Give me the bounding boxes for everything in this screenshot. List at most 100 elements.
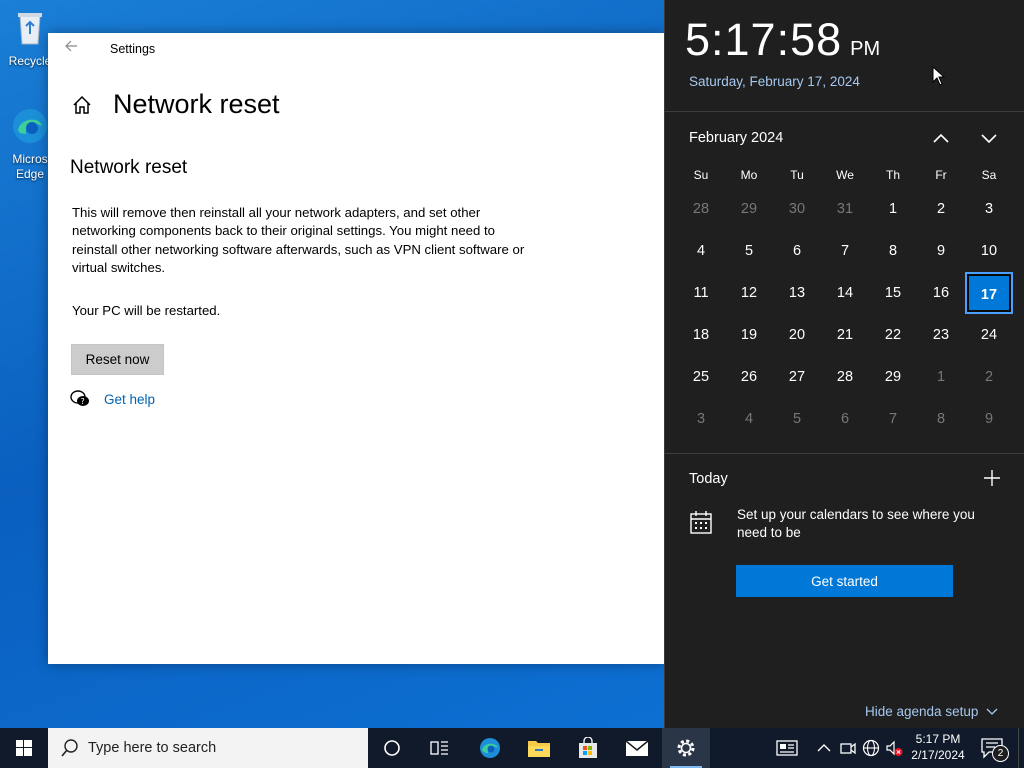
calendar-day[interactable]: 22: [869, 314, 917, 356]
calendar-day[interactable]: 4: [725, 398, 773, 440]
notification-count-badge: 2: [992, 745, 1009, 762]
edge-taskbar-button[interactable]: [466, 728, 514, 768]
calendar-day[interactable]: 11: [677, 272, 725, 314]
calendar-day[interactable]: 16: [917, 272, 965, 314]
calendar-week: 4 5 6 7 8 9 10: [677, 230, 1013, 272]
reset-now-button[interactable]: Reset now: [71, 344, 164, 375]
calendar-day[interactable]: 10: [965, 230, 1013, 272]
edge-icon: [13, 109, 47, 143]
chevron-up-icon[interactable]: [928, 126, 954, 150]
calendar-day[interactable]: 23: [917, 314, 965, 356]
meet-now-icon[interactable]: [838, 738, 858, 758]
calendar-day[interactable]: 9: [917, 230, 965, 272]
edge-icon: [480, 738, 500, 758]
chevron-down-icon[interactable]: [976, 126, 1002, 150]
taskbar-search-box[interactable]: Type here to search: [48, 728, 368, 768]
calendar-day[interactable]: 6: [821, 398, 869, 440]
calendar-day[interactable]: 20: [773, 314, 821, 356]
calendar-day[interactable]: 19: [725, 314, 773, 356]
calendar-day[interactable]: 12: [725, 272, 773, 314]
clock-calendar-flyout: 5:17:58 PM Saturday, February 17, 2024 Fe…: [664, 0, 1024, 728]
full-date-link[interactable]: Saturday, February 17, 2024: [689, 74, 860, 89]
calendar-day[interactable]: 21: [821, 314, 869, 356]
settings-titlebar: Settings: [48, 33, 664, 66]
calendar-day[interactable]: 31: [821, 188, 869, 230]
cortana-circle-icon: [384, 740, 400, 756]
calendar-day[interactable]: 1: [869, 188, 917, 230]
calendar-day[interactable]: 27: [773, 356, 821, 398]
today-label: Today: [689, 471, 728, 487]
calendar-week: 25 26 27 28 29 1 2: [677, 356, 1013, 398]
back-button[interactable]: [58, 39, 84, 59]
calendar-day[interactable]: 24: [965, 314, 1013, 356]
calendar-day[interactable]: 14: [821, 272, 869, 314]
calendar-week: 11 12 13 14 15 16 17: [677, 272, 1013, 314]
news-widget-icon[interactable]: [776, 738, 798, 758]
restart-note: Your PC will be restarted.: [72, 303, 221, 318]
taskbar-clock[interactable]: 5:17 PM 2/17/2024: [904, 731, 972, 763]
clock-digits: 5:17:58: [685, 14, 843, 65]
calendar-day[interactable]: 1: [917, 356, 965, 398]
mail-button[interactable]: [613, 728, 661, 768]
calendar-day-today[interactable]: 17: [965, 272, 1013, 314]
calendar-day[interactable]: 8: [869, 230, 917, 272]
calendar-day[interactable]: 5: [773, 398, 821, 440]
calendar-day[interactable]: 28: [821, 356, 869, 398]
add-event-plus-icon[interactable]: [983, 469, 1001, 487]
calendar-day[interactable]: 3: [965, 188, 1013, 230]
calendar-day[interactable]: 13: [773, 272, 821, 314]
calendar-day[interactable]: 5: [725, 230, 773, 272]
store-button[interactable]: [564, 728, 612, 768]
hide-agenda-link[interactable]: Hide agenda setup: [865, 704, 998, 719]
calendar-day[interactable]: 26: [725, 356, 773, 398]
calendar-day[interactable]: 30: [773, 188, 821, 230]
calendar-day[interactable]: 18: [677, 314, 725, 356]
windows-logo-icon: [16, 740, 32, 756]
chevron-up-icon[interactable]: [814, 738, 834, 758]
weekday-label: Th: [885, 168, 900, 182]
calendar-day[interactable]: 8: [917, 398, 965, 440]
calendar-day[interactable]: 15: [869, 272, 917, 314]
calendar-day[interactable]: 3: [677, 398, 725, 440]
task-view-button[interactable]: [416, 728, 464, 768]
calendar-day[interactable]: 4: [677, 230, 725, 272]
cortana-button[interactable]: [368, 728, 416, 768]
weekday-header: Su Mo Tu We Th Fr Sa: [677, 168, 1013, 188]
get-started-button[interactable]: Get started: [736, 565, 953, 597]
settings-taskbar-button[interactable]: [662, 728, 710, 768]
calendar-day[interactable]: 2: [965, 356, 1013, 398]
file-explorer-button[interactable]: [515, 728, 563, 768]
calendar-day[interactable]: 29: [725, 188, 773, 230]
calendar-day[interactable]: 9: [965, 398, 1013, 440]
volume-muted-icon[interactable]: [884, 738, 904, 758]
calendar-day[interactable]: 28: [677, 188, 725, 230]
month-label[interactable]: February 2024: [689, 130, 783, 146]
edge-label: Micros Edge: [12, 152, 48, 181]
calendar-day[interactable]: 7: [821, 230, 869, 272]
back-arrow-icon: [65, 40, 77, 52]
calendar-day[interactable]: 2: [917, 188, 965, 230]
calendar-day[interactable]: 29: [869, 356, 917, 398]
search-placeholder: Type here to search: [88, 740, 217, 756]
start-button[interactable]: [0, 728, 48, 768]
divider: [665, 111, 1024, 112]
window-title: Settings: [110, 42, 156, 56]
page-title: Network reset: [113, 89, 280, 119]
weekday-label: We: [836, 168, 854, 182]
description-text: This will remove then reinstall all your…: [72, 205, 525, 276]
home-icon[interactable]: [71, 94, 93, 116]
show-desktop-button[interactable]: [1018, 728, 1024, 768]
calendar-day[interactable]: 6: [773, 230, 821, 272]
taskbar-time: 5:17 PM: [915, 732, 961, 746]
get-help-link[interactable]: Get help: [104, 392, 155, 407]
network-globe-icon[interactable]: [861, 738, 881, 758]
calendar-week: 18 19 20 21 22 23 24: [677, 314, 1013, 356]
recycle-bin-icon: [18, 13, 42, 45]
calendar-grid: Su Mo Tu We Th Fr Sa 28 29 30 31 1 2 3 4…: [677, 168, 1013, 440]
calendar-day[interactable]: 25: [677, 356, 725, 398]
gear-icon: [677, 739, 695, 757]
weekday-label: Fr: [935, 168, 947, 182]
chevron-down-icon: [986, 708, 998, 715]
clock-ampm: PM: [850, 38, 881, 60]
calendar-day[interactable]: 7: [869, 398, 917, 440]
